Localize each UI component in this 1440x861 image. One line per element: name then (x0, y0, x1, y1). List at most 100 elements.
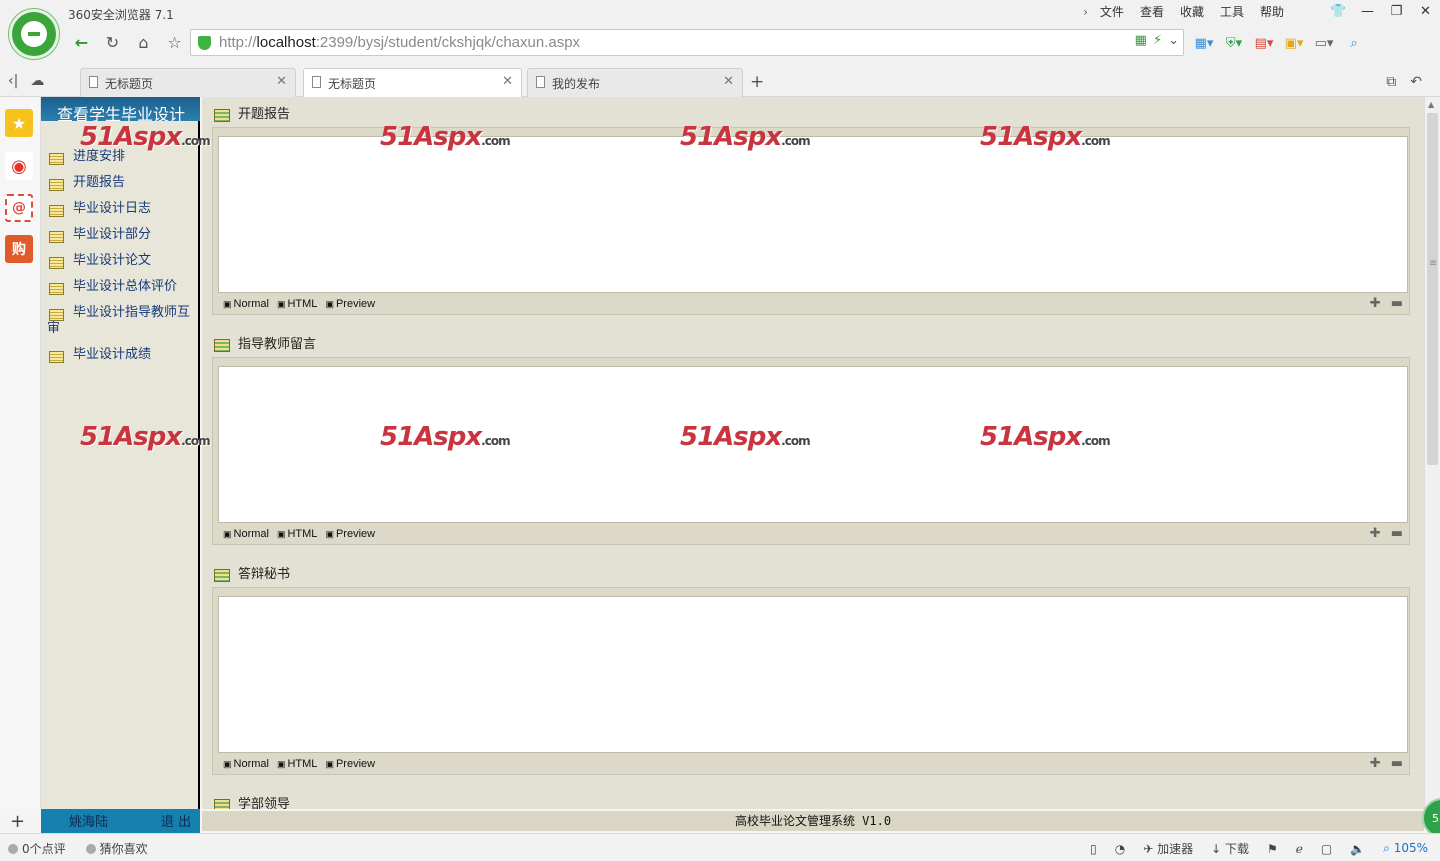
editor-mode-tabs: Normal HTML Preview (223, 758, 376, 770)
editor-textarea[interactable] (218, 596, 1408, 753)
chevron-right-icon[interactable]: › (1075, 4, 1092, 20)
page-icon (536, 76, 545, 88)
menu-favorites[interactable]: 收藏 (1172, 4, 1212, 20)
navigation-buttons: ← ↻ ⌂ ☆ (66, 29, 190, 55)
nav-item-grade[interactable]: 毕业设计成绩 (47, 347, 197, 363)
mode-normal-button[interactable]: Normal (223, 758, 269, 770)
new-tab-button[interactable]: + (750, 72, 764, 92)
menu-help[interactable]: 帮助 (1252, 4, 1292, 20)
vertical-scrollbar[interactable]: ▲ (1424, 97, 1440, 809)
comment-icon (8, 844, 18, 854)
close-tab-icon[interactable]: ✕ (502, 74, 513, 89)
mode-preview-button[interactable]: Preview (325, 298, 375, 310)
refresh-button[interactable]: ↻ (97, 29, 128, 55)
book-icon (49, 153, 64, 165)
home-button[interactable]: ⌂ (128, 29, 159, 55)
expand-icon[interactable]: ✚ (1370, 526, 1381, 541)
editor-textarea[interactable] (218, 136, 1408, 293)
flag-icon[interactable]: ⚑ (1267, 842, 1278, 856)
undo-close-icon[interactable]: ↶ (1410, 74, 1422, 90)
section-proposal: 开题报告 Normal HTML Preview ✚ ▬ (212, 105, 1410, 315)
favorites-star-icon[interactable]: ★ (5, 109, 33, 137)
favorite-star-button[interactable]: ☆ (159, 29, 190, 55)
address-bar[interactable]: http://localhost:2399/bysj/student/ckshj… (190, 29, 1184, 56)
speed-icon[interactable]: ◔ (1115, 842, 1125, 856)
section-title: 开题报告 (212, 105, 1410, 125)
weibo-icon[interactable]: ◉ (5, 152, 33, 180)
ie-icon[interactable]: ℯ (1296, 842, 1303, 856)
back-button[interactable]: ← (66, 29, 97, 55)
editor-textarea[interactable] (218, 366, 1408, 523)
menu-view[interactable]: 查看 (1132, 4, 1172, 20)
qrcode-icon[interactable]: ▦ (1135, 33, 1147, 48)
browser-chrome: 360安全浏览器 7.1 › 文件 查看 收藏 工具 帮助 👕 — ❐ ✕ ← … (0, 0, 1440, 98)
book-icon (49, 231, 64, 243)
nav-item-thesis[interactable]: 毕业设计论文 (47, 253, 197, 269)
nav-item-log[interactable]: 毕业设计日志 (47, 201, 197, 217)
section-icon (214, 799, 230, 809)
expand-icon[interactable]: ✚ (1370, 756, 1381, 771)
nav-item-progress[interactable]: 进度安排 (47, 149, 197, 165)
nav-item-part[interactable]: 毕业设计部分 (47, 227, 197, 243)
address-url[interactable]: http://localhost:2399/bysj/student/ckshj… (219, 34, 580, 51)
phone-icon[interactable]: ▯ (1090, 842, 1097, 856)
add-icon[interactable]: + (10, 811, 25, 832)
maximize-button[interactable]: ❐ (1382, 0, 1411, 22)
accelerator-button[interactable]: ✈ 加速器 (1143, 840, 1193, 857)
expand-icon[interactable]: ✚ (1370, 296, 1381, 311)
close-tab-icon[interactable]: ✕ (276, 74, 287, 89)
comments-link[interactable]: 0个点评 (8, 840, 66, 857)
skin-icon[interactable]: 👕 (1324, 0, 1353, 22)
shrink-icon[interactable]: ▬ (1391, 526, 1403, 541)
mode-preview-button[interactable]: Preview (325, 528, 375, 540)
mail-icon[interactable]: @ (5, 194, 33, 222)
screenshot-icon[interactable]: ▭▾ (1310, 33, 1338, 53)
window-icon[interactable]: ▢ (1321, 842, 1332, 856)
minimize-button[interactable]: — (1353, 0, 1382, 22)
page-icon (89, 76, 98, 88)
cloud-icon[interactable]: ☁ (30, 73, 44, 89)
browser-logo-icon[interactable] (9, 9, 59, 59)
apps-icon[interactable]: ▦▾ (1190, 33, 1218, 53)
gift-icon[interactable]: ▣▾ (1280, 33, 1308, 53)
shrink-icon[interactable]: ▬ (1391, 756, 1403, 771)
shrink-icon[interactable]: ▬ (1391, 296, 1403, 311)
search-icon[interactable]: ⌕ (1340, 33, 1368, 53)
tab-collapse-icon[interactable]: ‹| (8, 73, 18, 89)
scrollbar-thumb[interactable] (1427, 113, 1438, 465)
nav-header: 查看学生毕业设计 (41, 97, 200, 121)
pdf-icon[interactable]: ▤▾ (1250, 33, 1278, 53)
mode-html-button[interactable]: HTML (277, 298, 317, 310)
mode-preview-button[interactable]: Preview (325, 758, 375, 770)
mode-normal-button[interactable]: Normal (223, 528, 269, 540)
shield-extension-icon[interactable]: ⛨▾ (1220, 33, 1248, 53)
nav-item-peer-review[interactable]: 毕业设计指导教师互审 (47, 305, 197, 337)
dropdown-arrow-icon[interactable]: ⌄ (1168, 33, 1179, 48)
guess-you-like-link[interactable]: 猜你喜欢 (85, 840, 148, 857)
tab-2[interactable]: 无标题页 ✕ (303, 68, 522, 98)
menu-file[interactable]: 文件 (1092, 4, 1132, 20)
tab-3[interactable]: 我的发布 ✕ (527, 68, 743, 97)
tab-1[interactable]: 无标题页 ✕ (80, 68, 296, 97)
mode-html-button[interactable]: HTML (277, 758, 317, 770)
section-title: 答辩秘书 (212, 565, 1410, 585)
sound-icon[interactable]: 🔈 (1350, 842, 1365, 856)
nav-item-evaluation[interactable]: 毕业设计总体评价 (47, 279, 197, 295)
close-tab-icon[interactable]: ✕ (723, 74, 734, 89)
browser-status-bar: 0个点评 猜你喜欢 ▯ ◔ ✈ 加速器 ↓ 下载 ⚑ ℯ ▢ 🔈 ⌕ 105% (0, 833, 1440, 861)
zoom-level[interactable]: ⌕ 105% (1383, 841, 1428, 856)
shopping-icon[interactable]: 购 (5, 235, 33, 263)
close-window-button[interactable]: ✕ (1411, 0, 1440, 22)
scroll-up-icon[interactable]: ▲ (1428, 100, 1434, 109)
section-title: 指导教师留言 (212, 335, 1410, 355)
menu-tools[interactable]: 工具 (1212, 4, 1252, 20)
logout-link[interactable]: 退 出 (161, 811, 191, 830)
mode-normal-button[interactable]: Normal (223, 298, 269, 310)
lightning-icon[interactable]: ⚡ (1153, 33, 1162, 48)
tab-list-icon[interactable]: ⧉ (1386, 74, 1396, 90)
security-shield-icon (198, 36, 211, 50)
mode-html-button[interactable]: HTML (277, 528, 317, 540)
download-button[interactable]: ↓ 下载 (1211, 840, 1249, 857)
nav-item-proposal[interactable]: 开题报告 (47, 175, 197, 191)
user-box: 姚海陆 退 出 (41, 809, 200, 833)
